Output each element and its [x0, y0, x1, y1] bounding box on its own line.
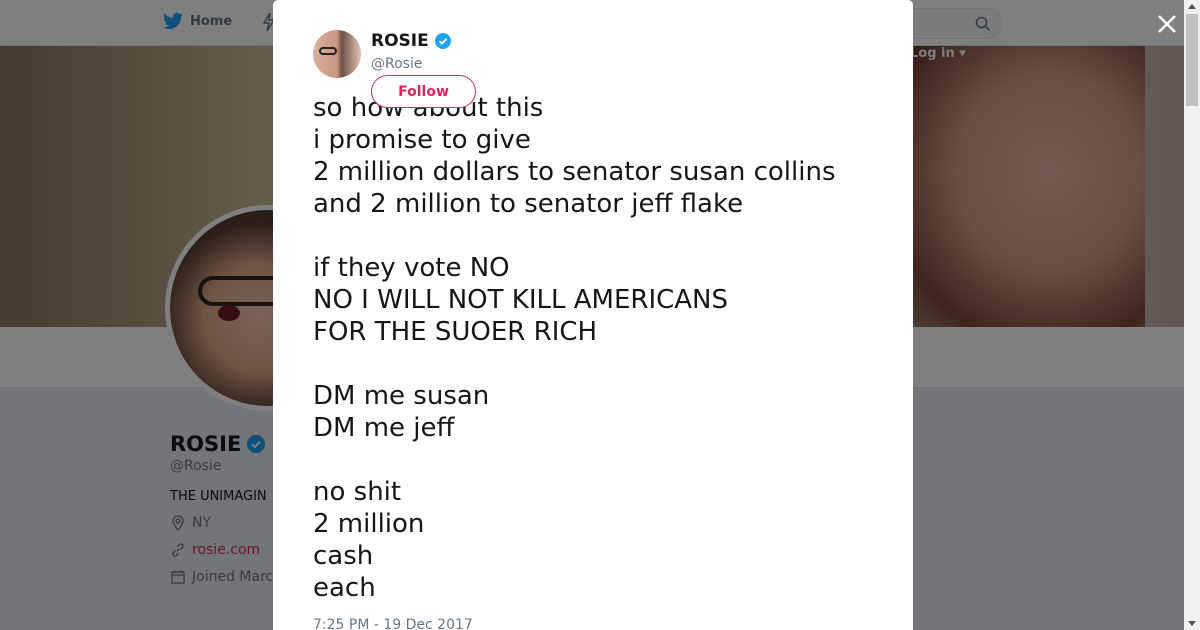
tweet-timestamp[interactable]: 7:25 PM - 19 Dec 2017: [313, 617, 473, 630]
tweet-text: so how about this i promise to give 2 mi…: [313, 92, 893, 604]
tweet-line: 2 million: [313, 509, 425, 539]
tweet-line: NO I WILL NOT KILL AMERICANS: [313, 285, 729, 315]
tweet-line: each: [313, 573, 376, 603]
tweet-author-name-row[interactable]: ROSIE: [371, 31, 451, 51]
tweet-modal: ROSIE @Rosie so how about this i promise…: [273, 0, 913, 630]
tweet-line: DM me jeff: [313, 413, 455, 443]
scrollbar-thumb[interactable]: [1186, 14, 1198, 106]
tweet-line: and 2 million to senator jeff flake: [313, 189, 744, 219]
tweet-line: 2 million dollars to senator susan colli…: [313, 157, 836, 187]
tweet-line: if they vote NO: [313, 253, 510, 283]
tweet-line: [313, 348, 893, 380]
tweet-author-name: ROSIE: [371, 31, 429, 51]
scroll-up-arrow-icon[interactable]: [1188, 4, 1196, 9]
tweet-line: no shit: [313, 477, 402, 507]
follow-button[interactable]: Follow: [371, 75, 476, 108]
tweet-line: i promise to give: [313, 125, 531, 155]
avatar-glasses: [319, 47, 337, 55]
tweet-line: cash: [313, 541, 374, 571]
tweet-line: [313, 444, 893, 476]
page-scrollbar[interactable]: [1184, 0, 1200, 630]
tweet-author-handle[interactable]: @Rosie: [371, 56, 422, 72]
tweet-line: FOR THE SUOER RICH: [313, 317, 598, 347]
close-icon[interactable]: [1155, 12, 1179, 36]
tweet-author-avatar[interactable]: [313, 30, 361, 78]
tweet-line: [313, 220, 893, 252]
scroll-down-arrow-icon[interactable]: [1188, 621, 1196, 626]
tweet-line: DM me susan: [313, 381, 490, 411]
verified-badge-icon: [434, 33, 451, 49]
